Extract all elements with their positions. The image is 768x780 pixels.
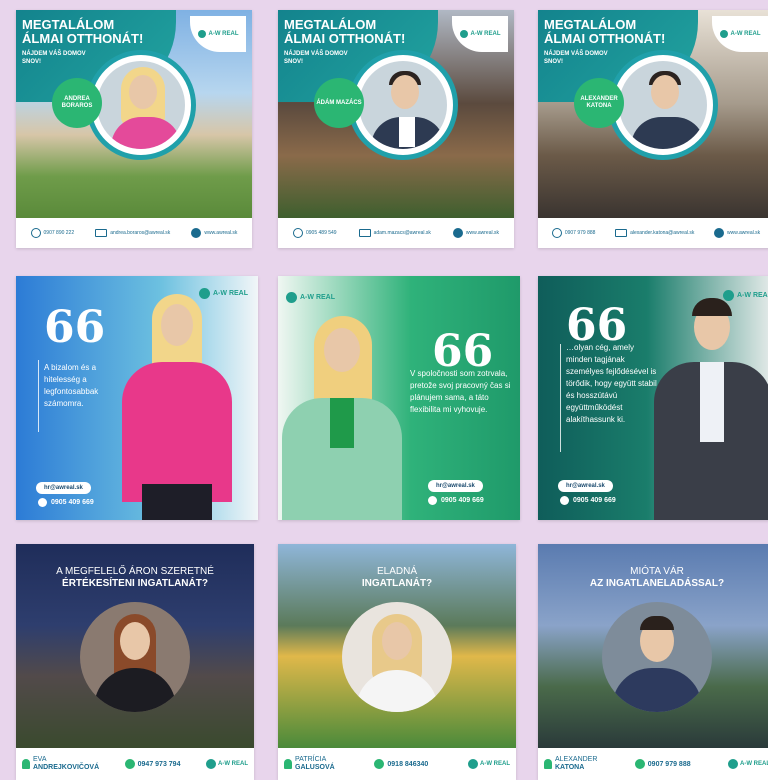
web-contact[interactable]: www.awreal.sk xyxy=(452,228,499,238)
agent-portrait xyxy=(608,50,718,160)
testimonial-card-1[interactable]: A-W REAL 66 A bizalom és a hitelesség a … xyxy=(16,276,258,520)
phone-icon xyxy=(374,759,385,769)
agent-portrait xyxy=(602,602,712,712)
logo-icon xyxy=(197,30,206,38)
phone-icon xyxy=(293,228,303,238)
mail-icon xyxy=(358,229,371,237)
mail-icon xyxy=(95,229,108,237)
quote-divider xyxy=(560,344,561,452)
phone-contact[interactable]: 0905 409 669 xyxy=(560,496,616,505)
brand-logo: A-W REAL xyxy=(286,292,335,303)
phone-contact[interactable]: 0905 489 549 xyxy=(293,228,337,238)
testimonial-card-2[interactable]: A-W REAL 66 V spoločnosti som zotrvala, … xyxy=(278,276,520,520)
agent-name: PATRÍCIA GALUSOVÁ xyxy=(284,756,335,772)
phone-icon xyxy=(551,228,562,238)
person-icon xyxy=(284,759,292,769)
phone-icon xyxy=(428,496,437,505)
headline: MEGTALÁLOM ÁLMAI OTTHONÁT! xyxy=(22,17,144,46)
email-pill[interactable]: hr@awreal.sk xyxy=(558,480,613,492)
card-title: ELADNÁ INGATLANÁT? xyxy=(361,566,433,589)
agent-name: ALEXANDER KATONA xyxy=(574,78,624,128)
quote-icon: 66 xyxy=(566,300,628,351)
mail-icon xyxy=(615,229,628,237)
agent-name: ÁDÁM MAZÁCS xyxy=(314,78,364,128)
person-icon xyxy=(22,759,30,769)
person-photo xyxy=(648,296,768,520)
sale-card-alexander[interactable]: MIÓTA VÁR AZ INGATLANELADÁSSAL? ALEXANDER… xyxy=(538,544,768,780)
phone-icon xyxy=(30,228,41,238)
logo-icon xyxy=(727,759,738,769)
agent-portrait xyxy=(80,602,190,712)
brand-logo: A-W REAL xyxy=(205,759,248,769)
headline: MEGTALÁLOM ÁLMAI OTTHONÁT! xyxy=(544,17,666,46)
agent-portrait xyxy=(342,602,452,712)
agent-footer: PATRÍCIA GALUSOVÁ 0918 846340 A-W REAL xyxy=(278,748,516,780)
subheadline: NÁJDEM VÁŠ DOMOV SNOV! xyxy=(284,51,348,65)
agent-footer: EVA ANDREJKOVIČOVÁ 0947 973 794 A-W REAL xyxy=(16,748,254,780)
email-pill[interactable]: hr@awreal.sk xyxy=(36,482,91,494)
testimonial-card-3[interactable]: A-W REAL 66 …olyan cég, amely minden tag… xyxy=(538,276,768,520)
web-contact[interactable]: www.awreal.sk xyxy=(191,228,237,238)
logo-icon xyxy=(459,30,468,38)
contact-bar: 0905 489 549 adam.mazacs@awreal.sk www.a… xyxy=(278,218,514,248)
email-contact[interactable]: andrea.boraros@awreal.sk xyxy=(95,229,170,237)
brand-logo: A-W REAL xyxy=(468,759,510,769)
agent-portrait xyxy=(86,50,196,160)
web-icon xyxy=(714,228,725,238)
person-photo xyxy=(278,316,408,520)
web-icon xyxy=(191,228,202,238)
agent-footer: ALEXANDER KATONA 0907 979 888 A-W REAL xyxy=(538,748,768,780)
email-contact[interactable]: alexander.katona@awreal.sk xyxy=(615,229,694,237)
logo-icon xyxy=(286,292,297,303)
agent-portrait xyxy=(348,50,458,160)
agent-card-alexander[interactable]: MEGTALÁLOM ÁLMAI OTTHONÁT! NÁJDEM VÁŠ DOM… xyxy=(538,10,768,248)
phone-contact[interactable]: 0907 979 888 xyxy=(551,228,595,238)
person-photo xyxy=(112,294,242,520)
web-contact[interactable]: www.awreal.sk xyxy=(714,228,760,238)
quote-text: V spoločnosti som zotrvala, pretože svoj… xyxy=(410,369,511,414)
phone-contact[interactable]: 0905 409 669 xyxy=(428,496,484,505)
sale-card-patricia[interactable]: ELADNÁ INGATLANÁT? PATRÍCIA GALUSOVÁ 0918 … xyxy=(278,544,516,780)
email-contact[interactable]: adam.mazacs@awreal.sk xyxy=(358,229,431,237)
contact-bar: 0907 979 888 alexander.katona@awreal.sk … xyxy=(538,218,768,248)
phone-contact[interactable]: 0907 979 888 xyxy=(634,759,691,769)
subheadline: NÁJDEM VÁŠ DOMOV SNOV! xyxy=(544,51,608,65)
quote-divider xyxy=(38,360,39,432)
agent-name: ALEXANDER KATONA xyxy=(544,756,597,772)
phone-icon xyxy=(634,759,645,769)
logo-icon xyxy=(468,759,478,769)
person-icon xyxy=(544,759,552,769)
phone-icon xyxy=(560,496,569,505)
card-title: MIÓTA VÁR AZ INGATLANELADÁSSAL? xyxy=(589,566,725,589)
agent-name: ANDREA BORAROS xyxy=(52,78,102,128)
web-icon xyxy=(452,228,463,238)
phone-contact[interactable]: 0907 890 222 xyxy=(30,228,74,238)
agent-name: EVA ANDREJKOVIČOVÁ xyxy=(22,756,99,772)
agent-card-adam[interactable]: MEGTALÁLOM ÁLMAI OTTHONÁT! NÁJDEM VÁŠ DOM… xyxy=(278,10,514,248)
headline: MEGTALÁLOM ÁLMAI OTTHONÁT! xyxy=(284,17,406,46)
logo-icon xyxy=(719,30,728,38)
phone-contact[interactable]: 0918 846340 xyxy=(374,759,428,769)
quote-icon: 66 xyxy=(432,326,494,377)
phone-contact[interactable]: 0947 973 794 xyxy=(124,759,180,769)
phone-contact[interactable]: 0905 409 669 xyxy=(38,498,94,507)
brand-logo: A-W REAL xyxy=(727,759,768,769)
agent-card-andrea[interactable]: MEGTALÁLOM ÁLMAI OTTHONÁT! NÁJDEM VÁŠ DOM… xyxy=(16,10,252,248)
subheadline: NÁJDEM VÁŠ DOMOV SNOV! xyxy=(22,51,86,65)
phone-icon xyxy=(38,498,47,507)
logo-icon xyxy=(205,759,216,769)
email-pill[interactable]: hr@awreal.sk xyxy=(428,480,483,492)
card-title: A MEGFELELŐ ÁRON SZERETNÉ ÉRTÉKESÍTENI IN… xyxy=(56,566,214,589)
quote-icon: 66 xyxy=(44,302,106,353)
sale-card-eva[interactable]: A MEGFELELŐ ÁRON SZERETNÉ ÉRTÉKESÍTENI IN… xyxy=(16,544,254,780)
phone-icon xyxy=(124,759,135,769)
contact-bar: 0907 890 222 andrea.boraros@awreal.sk ww… xyxy=(16,218,252,248)
